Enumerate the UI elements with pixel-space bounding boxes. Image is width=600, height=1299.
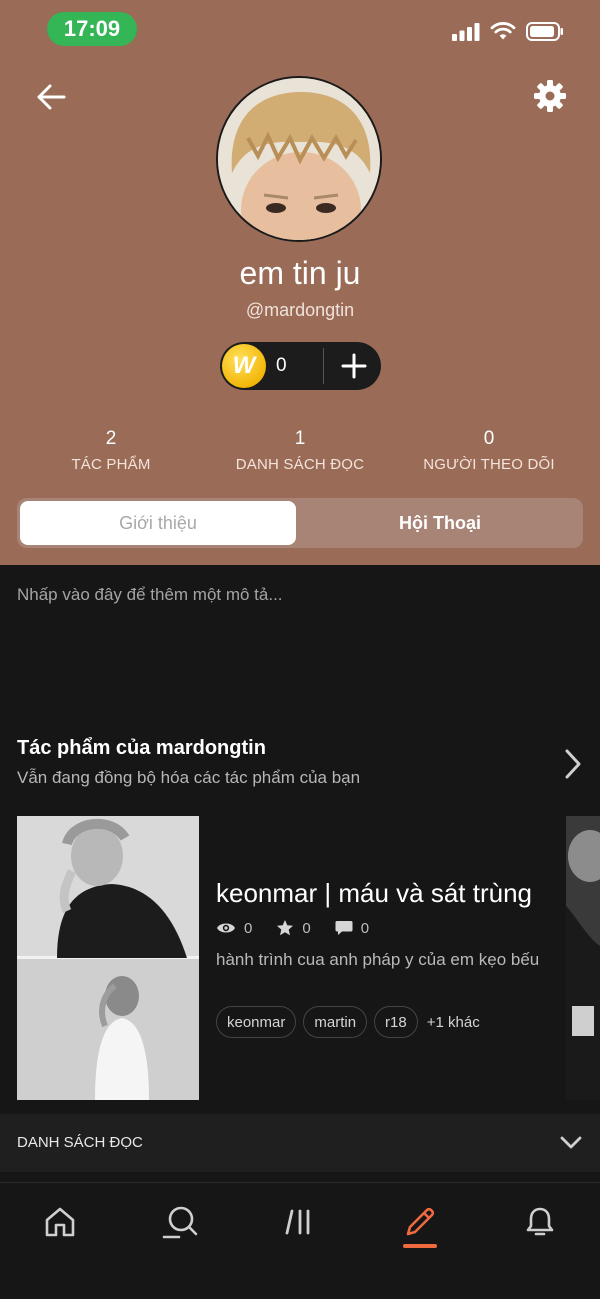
stat-value: 1 (294, 428, 306, 449)
stat-label: DANH SÁCH ĐỌC (235, 456, 365, 473)
tag-chip[interactable]: keonmar (216, 1006, 297, 1038)
active-tab-indicator (403, 1244, 437, 1248)
bottom-navigation (0, 1182, 600, 1299)
works-see-all-button[interactable] (562, 748, 584, 780)
username: @mardongtin (245, 300, 355, 320)
reading-list-section[interactable]: DANH SÁCH ĐỌC (0, 1114, 600, 1172)
stat-label: NGƯỜI THEO DÕI (423, 456, 555, 473)
story-description: hành trình cua anh pháp y của em kẹo bếu (216, 950, 540, 969)
stat-label: TÁC PHẨM (71, 456, 151, 473)
tab-about[interactable]: Giới thiệu (20, 501, 296, 545)
story-stats: 0 0 0 (216, 919, 393, 937)
eye-icon (217, 923, 235, 933)
reading-list-label: DANH SÁCH ĐỌC (17, 1134, 143, 1151)
settings-button[interactable] (532, 78, 568, 114)
view-count: 0 (244, 919, 253, 937)
gear-icon (534, 80, 566, 112)
chevron-down-icon (560, 1136, 582, 1149)
status-icons (452, 22, 564, 41)
star-icon (277, 920, 294, 936)
nav-write[interactable] (395, 1197, 445, 1247)
tag-chip[interactable]: martin (303, 1006, 368, 1038)
coin-balance[interactable]: W 0 (220, 342, 381, 390)
tab-conversations[interactable]: Hội Thoại (300, 501, 580, 545)
works-section-title: Tác phẩm của mardongtin (17, 737, 266, 759)
tag-chip[interactable]: r18 (374, 1006, 418, 1038)
profile-tabs: Giới thiệu Hội Thoại (17, 498, 583, 548)
back-button[interactable] (32, 78, 70, 116)
next-story-cover[interactable] (566, 816, 600, 1100)
display-name: em tin ju (239, 255, 361, 291)
notifications-icon (526, 1207, 554, 1236)
story-tags: keonmar martin r18 +1 khác (216, 1006, 480, 1038)
comment-count: 0 (360, 919, 370, 937)
signal-icon (452, 22, 480, 41)
stat-followers[interactable]: 0 NGƯỜI THEO DÕI (389, 428, 589, 473)
add-coins-button[interactable] (330, 342, 378, 390)
search-icon (162, 1206, 198, 1239)
coin-icon: W (222, 344, 266, 388)
chevron-right-icon (565, 749, 581, 779)
status-time: 17:09 (47, 12, 137, 46)
nav-notifications[interactable] (515, 1197, 565, 1247)
coin-divider (323, 348, 324, 384)
next-story-cover-image (566, 816, 600, 1100)
coin-count: 0 (276, 355, 287, 376)
home-icon (45, 1207, 75, 1237)
write-icon (406, 1207, 435, 1236)
profile-header: 17:09 em tin ju @mardongtin W 0 2 TÁC PH… (0, 0, 600, 565)
more-tags[interactable]: +1 khác (427, 1014, 480, 1031)
comment-icon (335, 921, 353, 935)
arrow-left-icon (37, 84, 66, 110)
reading-list-expand[interactable] (559, 1132, 583, 1154)
add-description-prompt[interactable]: Nhấp vào đây để thêm một mô tả... (17, 585, 283, 605)
stat-value: 0 (483, 428, 495, 449)
vote-count: 0 (302, 919, 311, 937)
avatar-photo (218, 78, 380, 240)
nav-search[interactable] (155, 1197, 205, 1247)
works-section-subtitle: Vẫn đang đồng bộ hóa các tác phẩm của bạ… (17, 768, 361, 787)
story-title[interactable]: keonmar | máu và sát trùng (216, 878, 546, 909)
library-icon (285, 1209, 310, 1235)
avatar[interactable] (216, 76, 382, 242)
stat-value: 2 (105, 428, 117, 449)
plus-icon (341, 353, 367, 379)
stat-reading-lists[interactable]: 1 DANH SÁCH ĐỌC (200, 428, 400, 473)
story-cover-image (17, 816, 199, 1100)
story-cover[interactable] (17, 816, 199, 1100)
nav-library[interactable] (275, 1197, 325, 1247)
nav-home[interactable] (35, 1197, 85, 1247)
battery-icon (526, 22, 563, 41)
wifi-icon (490, 22, 516, 40)
stat-works[interactable]: 2 TÁC PHẨM (11, 428, 211, 473)
